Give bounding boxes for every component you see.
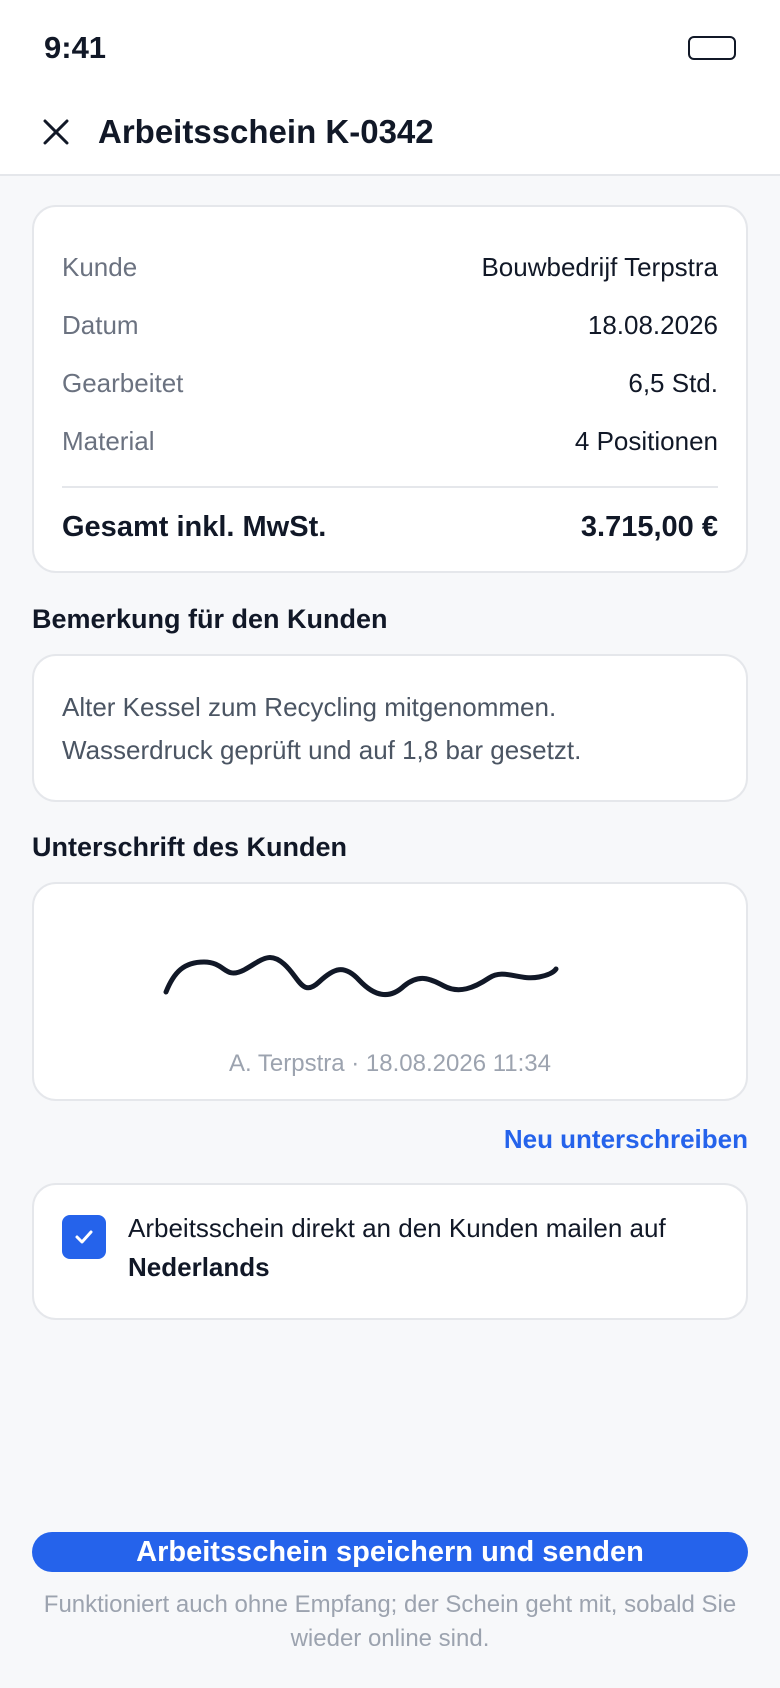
summary-card: Kunde Bouwbedrijf Terpstra Datum 18.08.2…: [32, 205, 748, 573]
note-text: Alter Kessel zum Recycling mitgenommen. …: [62, 686, 718, 772]
save-send-button[interactable]: Arbeitsschein speichern und senden: [32, 1532, 748, 1572]
summary-label: Kunde: [62, 251, 138, 282]
summary-value: Bouwbedrijf Terpstra: [481, 251, 718, 282]
summary-label: Material: [62, 425, 155, 456]
mail-checkbox[interactable]: [62, 1215, 106, 1259]
summary-value: 4 Positionen: [574, 425, 718, 456]
note-line: Alter Kessel zum Recycling mitgenommen.: [62, 692, 557, 722]
check-icon: [75, 1230, 93, 1244]
header: Arbeitsschein K-0342: [0, 96, 780, 176]
resign-link[interactable]: Neu unterschreiben: [504, 1124, 748, 1155]
summary-row-date: Datum 18.08.2026: [62, 305, 718, 345]
signature-caption: A. Terpstra · 18.08.2026 11:34: [229, 1050, 551, 1077]
mail-option-text: Arbeitsschein direkt an den Kunden maile…: [128, 1209, 718, 1287]
summary-row-hours: Gearbeitet 6,5 Std.: [62, 363, 718, 403]
close-icon: [43, 119, 69, 145]
summary-value: 18.08.2026: [587, 309, 718, 340]
signature-section-label: Unterschrift des Kunden: [32, 832, 348, 862]
total-value: 3.715,00 €: [580, 510, 718, 543]
summary-row-customer: Kunde Bouwbedrijf Terpstra: [62, 247, 718, 287]
mail-option-card[interactable]: Arbeitsschein direkt an den Kunden maile…: [32, 1183, 748, 1320]
summary-row-material: Material 4 Positionen: [62, 421, 718, 461]
close-button[interactable]: [30, 106, 82, 158]
total-label: Gesamt inkl. MwSt.: [62, 510, 327, 543]
mail-option-label: Arbeitsschein direkt an den Kunden maile…: [128, 1213, 666, 1243]
note-section-label: Bemerkung für den Kunden: [32, 604, 388, 634]
signature-pad[interactable]: A. Terpstra · 18.08.2026 11:34: [32, 882, 748, 1101]
note-field[interactable]: Alter Kessel zum Recycling mitgenommen. …: [32, 654, 748, 802]
summary-row-total: Gesamt inkl. MwSt. 3.715,00 €: [62, 507, 718, 547]
note-line: Wasserdruck geprüft und auf 1,8 bar gese…: [62, 735, 582, 765]
status-bar: 9:41: [0, 0, 780, 96]
offline-footnote: Funktioniert auch ohne Empfang; der Sche…: [43, 1591, 737, 1652]
mail-language: Nederlands: [128, 1252, 270, 1282]
status-time: 9:41: [44, 30, 107, 65]
summary-label: Datum: [62, 309, 139, 340]
summary-divider: [62, 486, 718, 488]
summary-value: 6,5 Std.: [628, 367, 718, 398]
summary-label: Gearbeitet: [62, 367, 184, 398]
page-title: Arbeitsschein K-0342: [98, 113, 434, 150]
battery-icon: [688, 36, 736, 60]
